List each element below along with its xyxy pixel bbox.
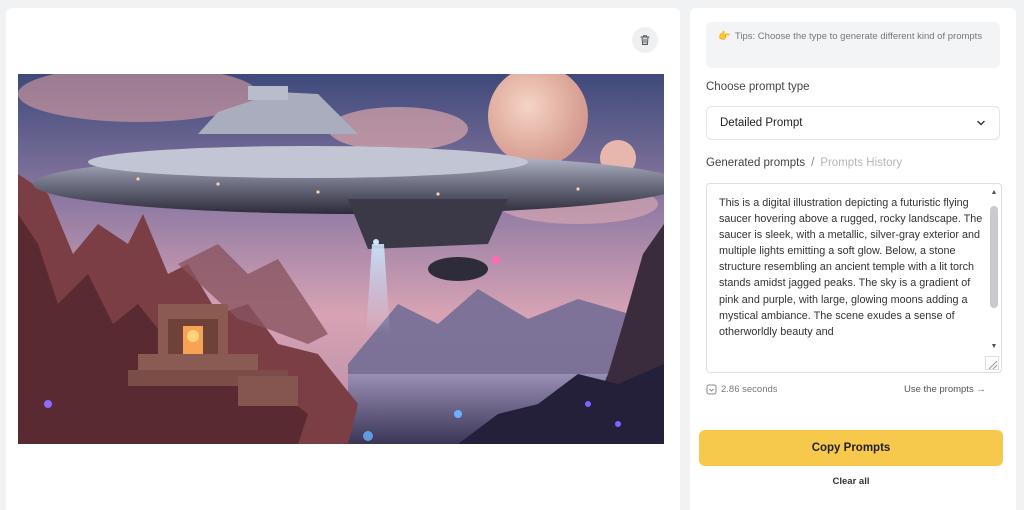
uploaded-image <box>18 74 664 444</box>
prompt-type-value: Detailed Prompt <box>720 117 803 129</box>
tab-generated-prompts[interactable]: Generated prompts <box>706 157 805 169</box>
copy-prompts-button[interactable]: Copy Prompts <box>699 430 1003 466</box>
prompt-tabs: Generated prompts / Prompts History <box>706 157 902 169</box>
trash-icon <box>640 35 650 45</box>
resize-handle[interactable] <box>985 356 999 370</box>
resize-grip-icon <box>988 360 998 370</box>
generation-time: 2.86 seconds <box>706 384 778 395</box>
generated-prompt-text: This is a digital illustration depicting… <box>719 197 983 338</box>
scroll-up-icon[interactable]: ▲ <box>989 188 999 196</box>
tips-box: 👉 Tips: Choose the type to generate diff… <box>706 22 1000 68</box>
chevron-down-icon <box>977 120 985 126</box>
clear-all-button[interactable]: Clear all <box>699 476 1003 487</box>
scrollbar[interactable]: ▲ ▼ <box>989 188 999 350</box>
scroll-thumb[interactable] <box>990 206 998 308</box>
prompt-type-label: Choose prompt type <box>706 81 810 93</box>
generated-prompt-textarea[interactable]: This is a digital illustration depicting… <box>706 183 1002 373</box>
delete-button[interactable] <box>632 27 658 53</box>
prompt-type-select[interactable]: Detailed Prompt <box>706 106 1000 140</box>
use-prompts-link[interactable]: Use the prompts → <box>904 384 986 395</box>
tab-prompts-history[interactable]: Prompts History <box>820 157 902 169</box>
scroll-down-icon[interactable]: ▼ <box>989 342 999 350</box>
pointing-hand-icon: 👉 <box>718 31 731 42</box>
generation-time-value: 2.86 seconds <box>721 384 778 395</box>
timer-icon <box>706 384 717 395</box>
tab-separator: / <box>811 157 815 169</box>
tips-text: Tips: Choose the type to generate differ… <box>734 31 983 42</box>
